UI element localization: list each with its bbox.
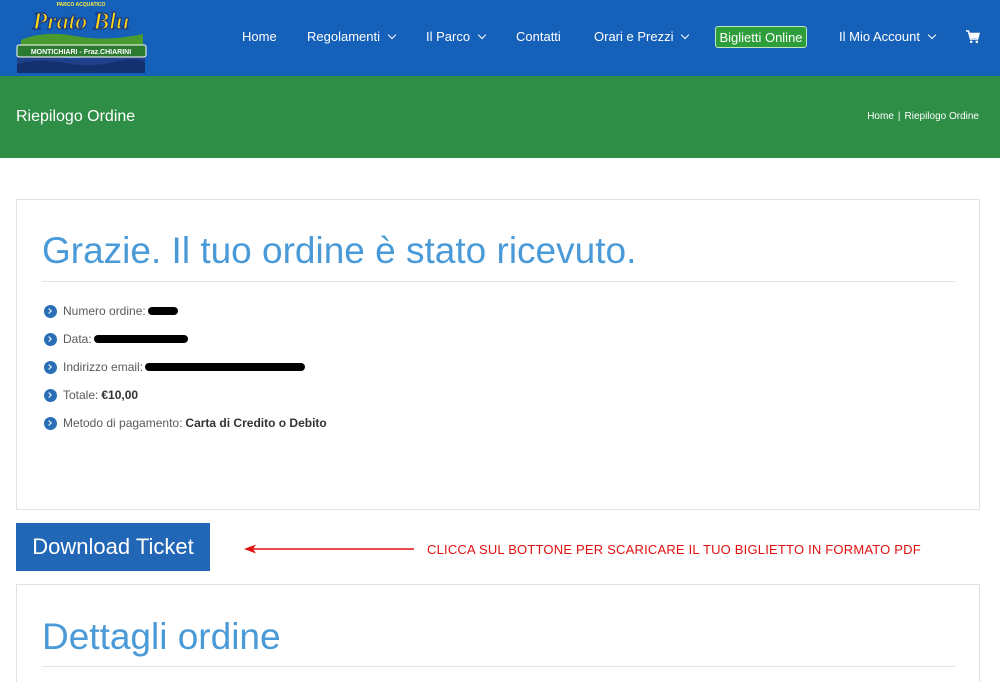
nav-biglietti-online-button[interactable]: Biglietti Online: [715, 26, 807, 48]
breadcrumb-separator: |: [897, 111, 901, 122]
breadcrumb-current: Riepilogo Ordine: [904, 111, 980, 122]
nav-home[interactable]: Home: [242, 29, 277, 44]
download-ticket-button[interactable]: Download Ticket: [16, 523, 210, 571]
nav-orari-prezzi[interactable]: Orari e Prezzi: [594, 29, 690, 44]
chevron-right-bullet-icon: [44, 332, 57, 346]
nav-label: Il Parco: [426, 29, 471, 44]
nav-label: Orari e Prezzi: [594, 29, 674, 44]
svg-text:PARCO ACQUATICO: PARCO ACQUATICO: [57, 2, 106, 8]
redacted-value: [145, 363, 306, 371]
chevron-right-bullet-icon: [44, 360, 57, 374]
divider: [42, 281, 955, 282]
chevron-down-icon: [477, 30, 487, 39]
order-details-heading: Dettagli ordine: [42, 616, 281, 657]
chevron-right-bullet-icon: [44, 388, 57, 402]
page-title-bar: Riepilogo Ordine Home | Riepilogo Ordine: [0, 76, 1000, 158]
order-details-panel: Dettagli ordine: [16, 584, 980, 682]
detail-label: Totale:: [63, 388, 99, 402]
order-date-row: Data:: [44, 332, 188, 346]
nav-il-parco[interactable]: Il Parco: [426, 29, 487, 44]
arrow-left-icon: [244, 544, 414, 554]
chevron-right-bullet-icon: [44, 416, 57, 430]
redacted-value: [93, 335, 188, 343]
breadcrumb-home-link[interactable]: Home: [867, 111, 894, 122]
redacted-value: [147, 307, 178, 315]
nav-regolamenti[interactable]: Regolamenti: [307, 29, 397, 44]
site-header: PARCO ACQUATICO Prato Blu MONTICHIARI - …: [0, 0, 1000, 76]
detail-value: €10,00: [101, 388, 139, 402]
chevron-down-icon: [387, 30, 397, 39]
detail-value: Carta di Credito o Debito: [185, 416, 327, 430]
payment-method-row: Metodo di pagamento: Carta di Credito o …: [44, 416, 327, 430]
order-received-heading: Grazie. Il tuo ordine è stato ricevuto.: [42, 230, 637, 271]
order-number-row: Numero ordine:: [44, 304, 178, 318]
order-total-row: Totale: €10,00: [44, 388, 138, 402]
page-title: Riepilogo Ordine: [16, 108, 136, 125]
download-annotation-text: CLICCA SUL BOTTONE PER SCARICARE IL TUO …: [427, 542, 921, 557]
nav-label: Regolamenti: [307, 29, 380, 44]
nav-label: Home: [242, 29, 277, 44]
nav-contatti[interactable]: Contatti: [516, 29, 561, 44]
nav-label: Biglietti Online: [719, 29, 803, 45]
prato-blu-logo[interactable]: PARCO ACQUATICO Prato Blu MONTICHIARI - …: [15, 0, 148, 73]
chevron-down-icon: [681, 30, 690, 39]
chevron-down-icon: [927, 30, 937, 39]
order-email-row: Indirizzo email:: [44, 360, 306, 374]
detail-label: Metodo di pagamento:: [63, 416, 183, 430]
nav-label: Contatti: [516, 29, 561, 44]
nav-label: Il Mio Account: [839, 29, 920, 44]
svg-text:Prato Blu: Prato Blu: [32, 9, 130, 35]
breadcrumb: Home | Riepilogo Ordine: [867, 111, 979, 122]
chevron-right-bullet-icon: [44, 304, 57, 318]
svg-text:MONTICHIARI - Fraz.CHIARINI: MONTICHIARI - Fraz.CHIARINI: [31, 49, 131, 56]
nav-mio-account[interactable]: Il Mio Account: [839, 29, 937, 44]
divider: [42, 666, 955, 667]
shopping-cart-icon[interactable]: [966, 30, 980, 44]
detail-label: Data:: [63, 332, 92, 346]
detail-label: Numero ordine:: [63, 304, 146, 318]
detail-label: Indirizzo email:: [63, 360, 144, 374]
order-received-panel: Grazie. Il tuo ordine è stato ricevuto. …: [16, 199, 980, 510]
